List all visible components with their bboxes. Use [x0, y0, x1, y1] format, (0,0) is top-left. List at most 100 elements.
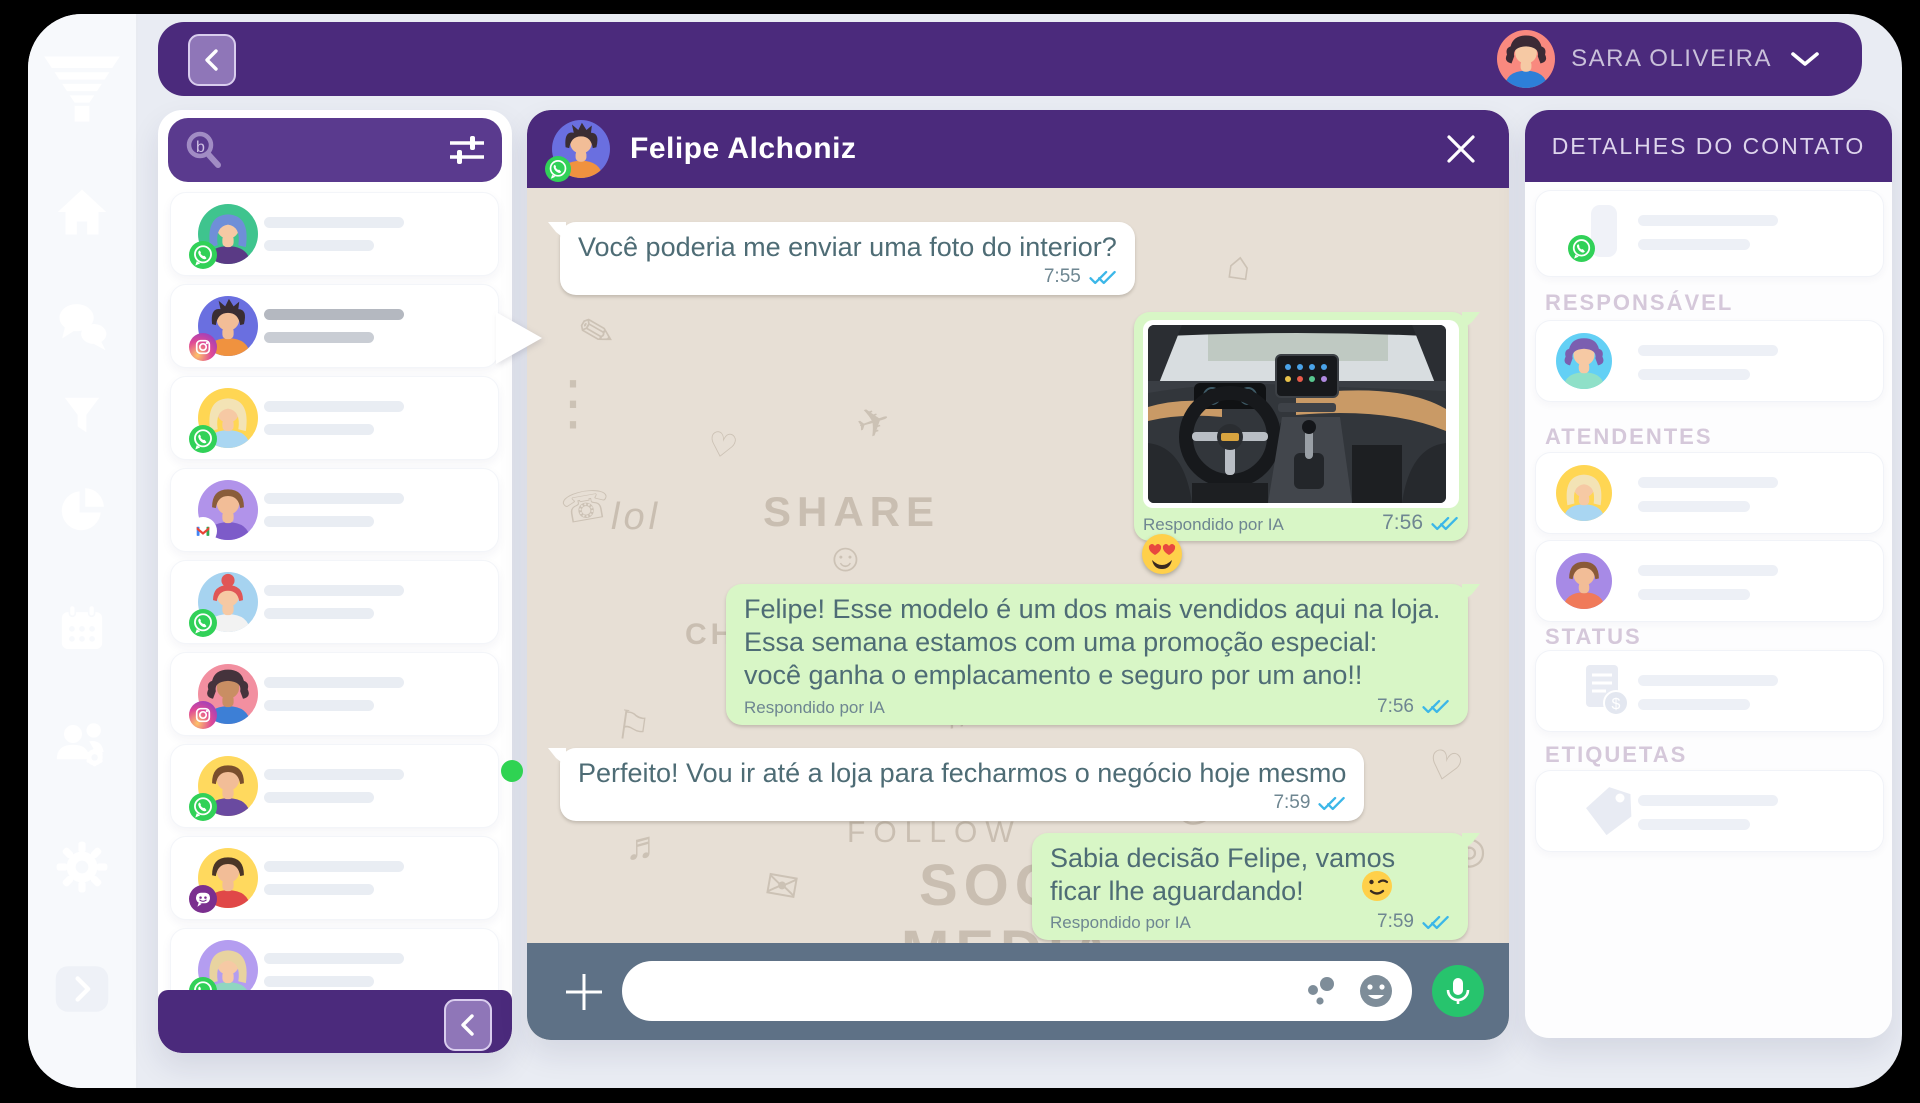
chat-preview-line [264, 953, 404, 964]
chevron-left-icon [199, 45, 225, 75]
message-outgoing: Sabia decisão Felipe, vamos ficar lhe ag… [1032, 833, 1468, 940]
brand-logo-icon [28, 50, 136, 126]
channel-badge-icon [189, 241, 217, 269]
message-time: 7:56 [1377, 696, 1414, 718]
channel-badge-icon [189, 425, 217, 453]
team-settings-icon[interactable] [28, 716, 136, 770]
user-menu[interactable]: SARA OLIVEIRA [1497, 22, 1822, 96]
message-time: 7:56 [1382, 511, 1423, 535]
settings-icon[interactable] [28, 838, 136, 896]
user-avatar [1497, 30, 1555, 88]
chat-preview-line [264, 493, 404, 504]
wallpaper-doodle: ♬ [625, 824, 665, 869]
chat-preview-line [264, 585, 404, 596]
chat-list-item[interactable]: 19m [170, 468, 499, 552]
chat-list-footer [158, 990, 512, 1053]
attach-plus-icon[interactable] [563, 971, 605, 1018]
wallpaper-doodle: ⋮ [543, 368, 603, 438]
chat-preview-line [264, 332, 374, 343]
chat-time: 16m [443, 605, 480, 627]
chat-list-item[interactable]: 07m [170, 836, 499, 920]
wallpaper-doodle: ♡ [703, 423, 741, 468]
chat-preview-line [264, 861, 404, 872]
chat-time: 07m [443, 881, 480, 903]
search-input[interactable] [234, 126, 438, 174]
message-input-pill [622, 961, 1412, 1021]
tag-icon [1580, 783, 1634, 842]
message-text: Você poderia me enviar uma foto do inter… [578, 231, 1117, 264]
chat-time: 24m [443, 421, 480, 443]
conversations-icon[interactable] [28, 296, 136, 352]
home-icon[interactable] [28, 186, 136, 238]
app-window: SARA OLIVEIRA b [28, 14, 1902, 1088]
heart-eyes-reaction-icon [1140, 532, 1184, 581]
chat-preview-line [264, 608, 374, 619]
whatsapp-badge-icon [1568, 235, 1595, 262]
calendar-icon[interactable] [28, 602, 136, 654]
chat-list-item[interactable]: 09m [170, 744, 499, 828]
expand-rail-icon[interactable] [28, 964, 136, 1014]
chat-preview-line [264, 424, 374, 435]
channel-badge-icon [189, 701, 217, 729]
close-conversation-button[interactable] [1443, 131, 1479, 172]
chat-list-item[interactable]: 11m [170, 652, 499, 736]
wallpaper-word: FOLLOW [847, 816, 1022, 850]
top-bar: SARA OLIVEIRA [158, 22, 1862, 96]
wallpaper-doodle: ☺ [825, 536, 866, 581]
chat-wallpaper: ✎◎➤♪↻⌂☁☏♡✈☺⋮⚐◎#♬✉★@♡◎SHARElolCHFOLLOWSOC… [527, 188, 1509, 943]
filter-funnel-icon[interactable] [28, 392, 136, 438]
message-text: Perfeito! Vou ir até a loja para fecharm… [578, 757, 1346, 790]
wallpaper-doodle: ✉ [761, 861, 802, 912]
chat-time: 19m [443, 513, 480, 535]
wallpaper-doodle: ⌂ [1224, 243, 1254, 291]
attendant-avatar [1556, 465, 1612, 521]
read-receipt-icon [1422, 698, 1450, 715]
chat-time: 27m [443, 237, 480, 259]
emoji-picker-icon[interactable] [1358, 973, 1394, 1014]
reports-pie-icon[interactable] [28, 484, 136, 536]
message-composer [527, 943, 1509, 1040]
back-button[interactable] [188, 34, 236, 86]
channel-badge-icon [189, 609, 217, 637]
whatsapp-badge-icon [545, 156, 571, 182]
chat-list-item[interactable] [170, 284, 499, 368]
message-time: 7:59 [1377, 911, 1414, 933]
chat-list-item[interactable]: 24m [170, 376, 499, 460]
wallpaper-doodle: ♡ [1422, 740, 1468, 793]
wallpaper-word: lol [611, 496, 661, 539]
wallpaper-doodle: ☏ [557, 480, 614, 534]
wink-emoji-icon [1360, 869, 1394, 908]
message-input[interactable] [646, 969, 1290, 1015]
message-time: 7:59 [1273, 792, 1310, 814]
conversation-panel: Felipe Alchoniz ✎◎➤♪↻⌂☁☏♡✈☺⋮⚐◎#♬✉★@♡◎SHA… [527, 110, 1509, 1040]
chat-preview-line [264, 309, 404, 320]
section-label-atendentes: ATENDENTES [1545, 424, 1713, 450]
message-outgoing: Felipe! Esse modelo é um dos mais vendid… [726, 584, 1468, 725]
voice-record-button[interactable] [1432, 965, 1484, 1017]
section-label-responsavel: RESPONSÁVEL [1545, 290, 1733, 316]
message-outgoing-image: Respondido por IA 7:56 [1134, 312, 1468, 541]
user-name: SARA OLIVEIRA [1571, 45, 1772, 73]
wallpaper-doodle: ✎ [573, 304, 620, 360]
collapse-list-button[interactable] [444, 999, 492, 1051]
read-receipt-icon [1422, 914, 1450, 931]
ai-answered-label: Respondido por IA [744, 698, 885, 718]
attendant-card [1535, 452, 1884, 534]
chat-preview-line [264, 700, 374, 711]
chat-time: 11m [444, 697, 480, 719]
chevron-down-icon [1788, 49, 1822, 69]
ai-answered-label: Respondido por IA [1050, 913, 1191, 933]
responsible-card [1535, 320, 1884, 402]
chat-preview-line [264, 240, 374, 251]
chat-list-item[interactable]: 16m [170, 560, 499, 644]
chevron-left-icon [455, 1010, 481, 1040]
quick-actions-dots-icon[interactable] [1304, 974, 1338, 1013]
chat-time: 09m [443, 789, 480, 811]
filter-tune-icon[interactable] [448, 134, 486, 171]
channel-badge-icon [189, 793, 217, 821]
online-status-dot [501, 760, 523, 782]
car-interior-image [1143, 320, 1459, 508]
wallpaper-word: SHARE [763, 488, 940, 536]
chat-list-item[interactable]: 27m [170, 192, 499, 276]
message-incoming: Perfeito! Vou ir até a loja para fecharm… [560, 748, 1364, 821]
